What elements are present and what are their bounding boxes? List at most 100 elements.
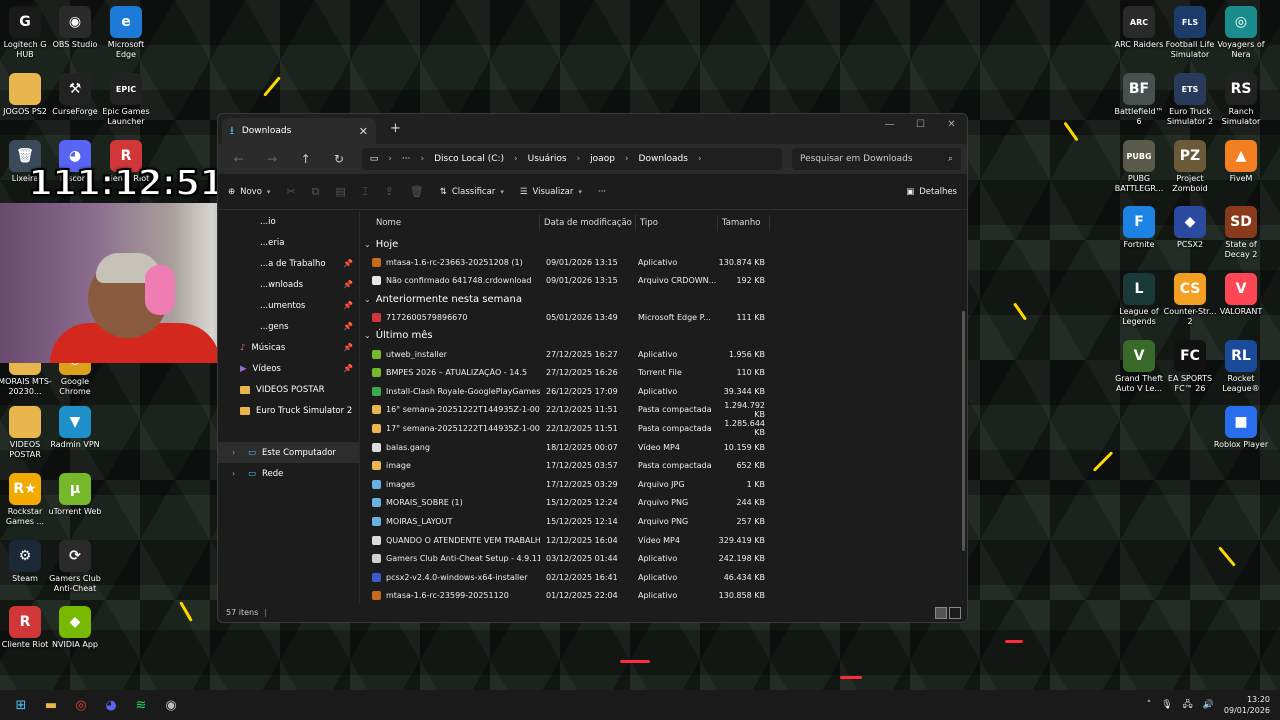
taskbar-clock[interactable]: 13:20 09/01/2026: [1224, 694, 1270, 716]
desktop-icon[interactable]: FC EA SPORTS FC™ 26: [1162, 340, 1218, 394]
copy-icon[interactable]: ⧉: [312, 185, 320, 199]
desktop-icon[interactable]: ⚙ Steam: [0, 540, 53, 584]
file-row[interactable]: 17° semana-20251222T144935Z-1-001 22/12/2…: [360, 419, 967, 438]
file-row[interactable]: image 17/12/2025 03:57 Pasta compactada 652…: [360, 456, 967, 475]
forward-button[interactable]: →: [257, 148, 286, 170]
desktop-icon[interactable]: R Cliente Riot: [0, 606, 53, 650]
desktop-icon[interactable]: FLS Football Life Simulator: [1162, 6, 1218, 60]
file-row[interactable]: 7172600579896670 05/01/2026 13:49 Microsof…: [360, 308, 967, 327]
sidebar-item[interactable]: ...gens 📌: [218, 316, 359, 337]
sidebar-item[interactable]: ...eria: [218, 232, 359, 253]
desktop-icon[interactable]: G Logitech G HUB: [0, 6, 53, 60]
search-input[interactable]: Pesquisar em Downloads ⌕: [791, 148, 962, 170]
taskbar-spotify-icon[interactable]: ≋: [130, 694, 152, 716]
desktop-icon[interactable]: ◆ PCSX2: [1162, 206, 1218, 250]
file-row[interactable]: pcsx2-v2.4.0-windows-x64-installer 02/12/…: [360, 568, 967, 587]
file-row[interactable]: Install-Clash Royale-GooglePlayGames (1)…: [360, 382, 967, 401]
column-header-name[interactable]: Nome: [360, 215, 540, 231]
taskbar-obs-icon[interactable]: ◉: [160, 694, 182, 716]
taskbar-file-explorer-icon[interactable]: ▬: [40, 694, 62, 716]
sidebar-item[interactable]: › ▭ Este Computador: [218, 442, 359, 463]
column-header-size[interactable]: Tamanho: [718, 215, 770, 231]
file-row[interactable]: 16° semana-20251222T144935Z-1-001 22/12/2…: [360, 401, 967, 420]
chevron-up-icon[interactable]: ˄: [1147, 700, 1152, 710]
chevron-right-icon[interactable]: ›: [232, 469, 242, 478]
desktop-icon[interactable]: ◉ OBS Studio: [47, 6, 103, 50]
desktop-icon[interactable]: CS Counter-Str... 2: [1162, 273, 1218, 327]
desktop-icon[interactable]: ARC ARC Raiders: [1111, 6, 1167, 50]
breadcrumb-item[interactable]: joaop: [590, 154, 615, 164]
overflow-icon[interactable]: ···: [402, 154, 411, 164]
up-button[interactable]: ↑: [291, 148, 320, 170]
desktop-icon[interactable]: ■ Roblox Player: [1213, 406, 1269, 450]
close-window-button[interactable]: ✕: [936, 114, 967, 134]
group-header[interactable]: ⌄ Anteriormente nesta semana: [360, 290, 967, 308]
sidebar-item[interactable]: › ▭ Rede: [218, 463, 359, 484]
sidebar-item[interactable]: ...a de Trabalho 📌: [218, 253, 359, 274]
file-row[interactable]: mtasa-1.6-rc-23663-20251208 (1) 09/01/202…: [360, 253, 967, 272]
maximize-button[interactable]: ☐: [905, 114, 936, 134]
desktop-icon[interactable]: ETS Euro Truck Simulator 2: [1162, 73, 1218, 127]
desktop-icon[interactable]: PZ Project Zomboid: [1162, 140, 1218, 194]
column-header-date[interactable]: Data de modificação: [540, 215, 636, 231]
desktop-icon[interactable]: ⟳ Gamers Club Anti-Cheat: [47, 540, 103, 594]
desktop-icon[interactable]: ▼ Radmin VPN: [47, 406, 103, 450]
cut-icon[interactable]: ✂: [286, 185, 295, 198]
volume-icon[interactable]: 🔊: [1203, 700, 1214, 710]
network-icon[interactable]: 🖧: [1183, 697, 1193, 713]
column-header-type[interactable]: Tipo: [636, 215, 718, 231]
rename-icon[interactable]: ⌶: [362, 185, 369, 199]
group-header[interactable]: ⌄ Último mês: [360, 327, 967, 345]
breadcrumb-item[interactable]: Downloads: [639, 154, 688, 164]
desktop-icon[interactable]: V VALORANT: [1213, 273, 1269, 317]
desktop-icon[interactable]: JOGOS PS2: [0, 73, 53, 117]
desktop-icon[interactable]: RS Ranch Simulator: [1213, 73, 1269, 127]
taskbar-start-icon[interactable]: ⊞: [10, 694, 32, 716]
sidebar-item[interactable]: ...wnloads 📌: [218, 274, 359, 295]
desktop-icon[interactable]: RL Rocket League®: [1213, 340, 1269, 394]
file-row[interactable]: Gamers Club Anti-Cheat Setup - 4.9.11 03/…: [360, 549, 967, 568]
back-button[interactable]: ←: [224, 148, 253, 170]
desktop-icon[interactable]: EPIC Epic Games Launcher: [98, 73, 154, 127]
taskbar-chrome-icon[interactable]: ◎: [70, 694, 92, 716]
tab-downloads[interactable]: ⭳ Downloads ✕: [222, 118, 376, 144]
breadcrumb-item[interactable]: Disco Local (C:): [434, 154, 504, 164]
new-button[interactable]: ⊕ Novo ▾: [228, 187, 270, 197]
file-row[interactable]: MOIRAS_LAYOUT 15/12/2025 12:14 Arquivo PNG…: [360, 512, 967, 531]
more-options-icon[interactable]: ···: [598, 187, 606, 197]
address-bar[interactable]: ▭ › ··· › Disco Local (C:) › Usuários › …: [361, 148, 782, 170]
desktop-icon[interactable]: L League of Legends: [1111, 273, 1167, 327]
file-row[interactable]: utweb_installer 27/12/2025 16:27 Aplicativ…: [360, 345, 967, 364]
delete-icon[interactable]: 🗑: [410, 185, 424, 198]
desktop-icon[interactable]: µ uTorrent Web: [47, 473, 103, 517]
taskbar-discord-icon[interactable]: ◕: [100, 694, 122, 716]
desktop-icon[interactable]: PUBG PUBG BATTLEGR...: [1111, 140, 1167, 194]
view-button[interactable]: ☰ Visualizar ▾: [520, 187, 582, 197]
desktop-icon[interactable]: e Microsoft Edge: [98, 6, 154, 60]
sidebar-item[interactable]: VIDEOS POSTAR: [218, 379, 359, 400]
desktop-icon[interactable]: F Fortnite: [1111, 206, 1167, 250]
tiles-view-icon[interactable]: [949, 607, 961, 619]
paste-icon[interactable]: ▤: [336, 185, 346, 198]
file-row[interactable]: BMPES 2026 – ATUALIZAÇÃO - 14.5 27/12/202…: [360, 363, 967, 382]
file-row[interactable]: QUANDO O ATENDENTE VEM TRABALH... 12/12/2…: [360, 531, 967, 550]
desktop-icon[interactable]: SD State of Decay 2: [1213, 206, 1269, 260]
details-button[interactable]: ▣ Detalhes: [906, 187, 957, 197]
desktop-icon[interactable]: V Grand Theft Auto V Le...: [1111, 340, 1167, 394]
desktop-icon[interactable]: ▲ FiveM: [1213, 140, 1269, 184]
desktop-icon[interactable]: BF Battlefield™ 6: [1111, 73, 1167, 127]
microphone-icon[interactable]: 🎙: [1161, 700, 1172, 710]
chevron-right-icon[interactable]: ›: [232, 448, 242, 457]
scrollbar[interactable]: [962, 311, 965, 551]
desktop-icon[interactable]: R★ Rockstar Games ...: [0, 473, 53, 527]
desktop-icon[interactable]: ◆ NVIDIA App: [47, 606, 103, 650]
sidebar-item[interactable]: ...umentos 📌: [218, 295, 359, 316]
refresh-button[interactable]: ↻: [324, 148, 353, 170]
desktop-icon[interactable]: ⚒ CurseForge: [47, 73, 103, 117]
group-header[interactable]: ⌄ Hoje: [360, 235, 967, 253]
file-row[interactable]: MORAIS_SOBRE (1) 15/12/2025 12:24 Arquivo …: [360, 494, 967, 513]
share-icon[interactable]: ⇪: [385, 185, 394, 198]
sidebar-item[interactable]: ...io: [218, 211, 359, 232]
sidebar-item[interactable]: Euro Truck Simulator 2: [218, 400, 359, 421]
sidebar-item[interactable]: ▶ Vídeos 📌: [218, 358, 359, 379]
